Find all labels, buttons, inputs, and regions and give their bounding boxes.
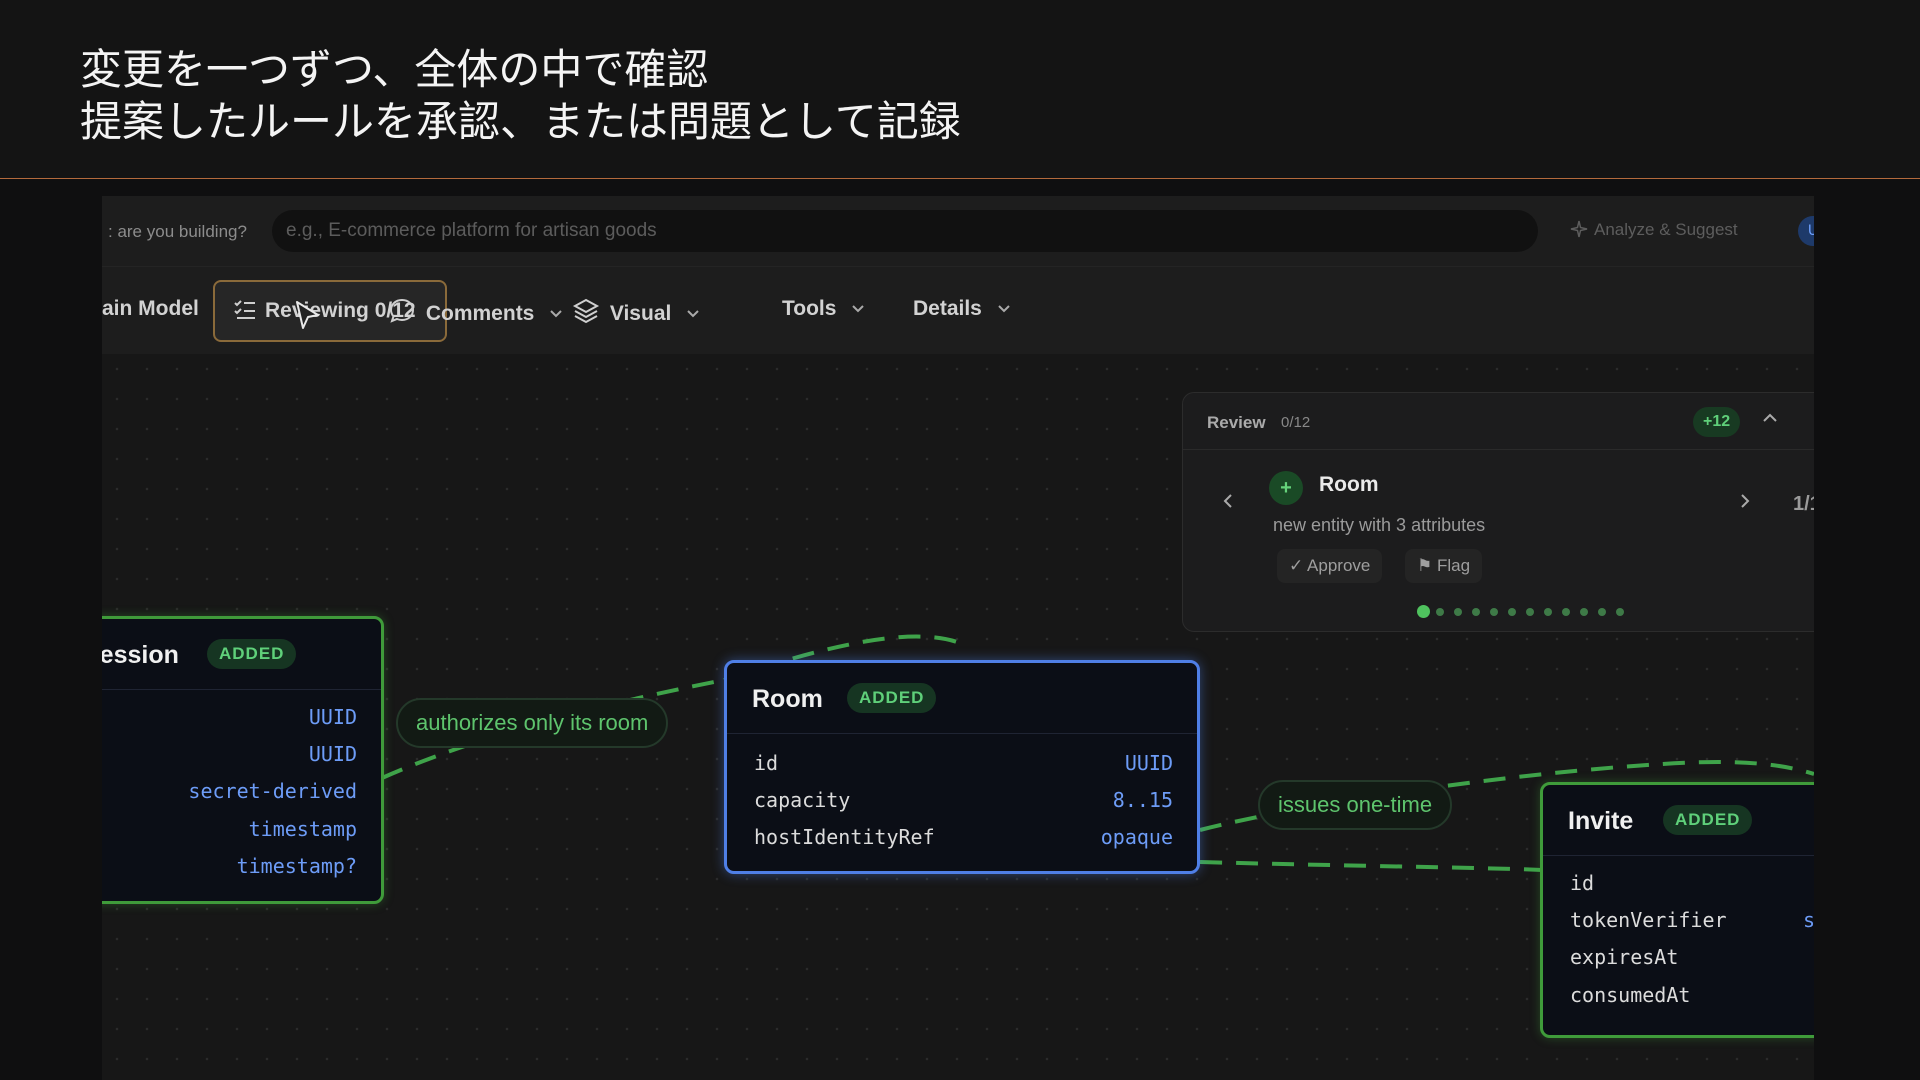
sparkle-icon: [1570, 220, 1588, 238]
status-badge: ADDED: [207, 639, 297, 669]
attribute-row: UUID: [308, 742, 357, 766]
visual-menu[interactable]: Visual: [572, 297, 699, 326]
details-label: Details: [913, 297, 982, 320]
chevron-right-icon[interactable]: [1740, 493, 1750, 509]
chevron-up-icon[interactable]: [1763, 413, 1777, 423]
progress-dot[interactable]: [1598, 607, 1606, 616]
review-count: 0/12: [1281, 414, 1311, 431]
top-bar: : are you building? Analyze & Suggest U: [102, 196, 1814, 266]
edge-label-session-room[interactable]: authorizes only its room: [396, 698, 669, 748]
entity-title: Invite: [1568, 807, 1634, 835]
prompt-label: : are you building?: [108, 222, 247, 241]
entity-title: Room: [752, 685, 823, 713]
progress-dot[interactable]: [1616, 607, 1624, 616]
chevron-down-icon: [998, 305, 1010, 313]
edge-room-invite: [1199, 860, 1543, 872]
project-description-input[interactable]: [272, 210, 1538, 252]
progress-dot[interactable]: [1562, 607, 1570, 616]
progress-dot[interactable]: [1490, 607, 1498, 616]
more-icon[interactable]: ⋮: [1809, 409, 1814, 430]
entity-node-invite[interactable]: Invite ADDED id tokenVerifier s expiresAt…: [1540, 782, 1814, 1038]
analyze-label: Analyze & Suggest: [1594, 220, 1738, 239]
attribute-row: timestamp: [248, 817, 357, 841]
progress-dot[interactable]: [1526, 607, 1534, 616]
mouse-cursor-icon: [296, 301, 319, 329]
status-badge: ADDED: [1663, 805, 1753, 835]
progress-dot[interactable]: [1454, 607, 1462, 616]
comments-label: Comments: [425, 302, 535, 325]
progress-dots: [1417, 603, 1634, 619]
attribute-row: expiresAt: [1570, 945, 1679, 969]
entity-node-session[interactable]: Session ADDED UUID UUID secret-derived t…: [102, 616, 384, 904]
attribute-row: capacity 8..15: [754, 788, 1173, 812]
chevron-down-icon: [687, 310, 699, 318]
diagram-canvas[interactable]: Session ADDED UUID UUID secret-derived t…: [102, 354, 1814, 1080]
app-window: : are you building? Analyze & Suggest U …: [102, 196, 1814, 1080]
flag-button[interactable]: ⚑ Flag: [1405, 549, 1483, 583]
details-menu[interactable]: Details: [913, 297, 1010, 321]
tab-domain-model[interactable]: ain Model: [102, 297, 199, 321]
attribute-row: tokenVerifier s: [1570, 908, 1814, 932]
attribute-row: timestamp?: [236, 854, 357, 878]
status-badge: ADDED: [847, 683, 937, 713]
entity-title: Session: [102, 641, 179, 669]
slide-caption: 変更を一つずつ、全体の中で確認 提案したルールを承認、または問題として記録: [0, 0, 1920, 179]
review-title: Review: [1207, 413, 1266, 432]
attribute-row: consumedAt: [1570, 983, 1691, 1007]
caption-line-2: 提案したルールを承認、または問題として記録: [80, 97, 961, 146]
pending-count-badge: +12: [1693, 407, 1741, 437]
checklist-icon: [234, 300, 255, 319]
avatar[interactable]: U: [1798, 216, 1814, 246]
comments-menu[interactable]: Comments: [388, 297, 562, 326]
tools-label: Tools: [782, 297, 837, 320]
attribute-row: id: [1570, 871, 1595, 895]
attribute-row: hostIdentityRef opaque: [754, 825, 1173, 849]
analyze-suggest-button[interactable]: Analyze & Suggest: [1570, 220, 1738, 240]
chevron-down-icon: [550, 310, 562, 318]
attribute-row: id UUID: [754, 751, 1173, 775]
progress-dot[interactable]: [1580, 607, 1588, 616]
chevron-left-icon[interactable]: [1223, 493, 1233, 509]
progress-dot[interactable]: [1417, 605, 1430, 619]
attribute-row: secret-derived: [188, 779, 357, 803]
review-entity-name: Room: [1319, 473, 1379, 496]
review-panel: Review 0/12 +12 ⋮ + Room new entity with…: [1182, 392, 1814, 632]
tools-menu[interactable]: Tools: [782, 297, 865, 321]
progress-dot[interactable]: [1436, 607, 1444, 616]
chevron-down-icon: [852, 305, 865, 313]
attribute-row: UUID: [308, 705, 357, 729]
toolbar: ain Model Reviewing 0/12 Comments Visual…: [102, 266, 1814, 356]
speech-bubble-icon: [389, 298, 415, 323]
layers-icon: [572, 298, 600, 324]
progress-dot[interactable]: [1472, 607, 1480, 616]
visual-label: Visual: [609, 302, 672, 325]
progress-dot[interactable]: [1508, 607, 1516, 616]
review-entity-description: new entity with 3 attributes: [1273, 515, 1486, 535]
approve-button[interactable]: ✓ Approve: [1277, 549, 1383, 583]
plus-icon: +: [1269, 471, 1303, 505]
entity-node-room[interactable]: Room ADDED id UUID capacity 8..15 hostIden…: [724, 660, 1200, 874]
progress-dot[interactable]: [1544, 607, 1552, 616]
review-page-indicator: 1/1: [1793, 493, 1814, 515]
edge-label-room-invite[interactable]: issues one-time: [1258, 780, 1453, 830]
